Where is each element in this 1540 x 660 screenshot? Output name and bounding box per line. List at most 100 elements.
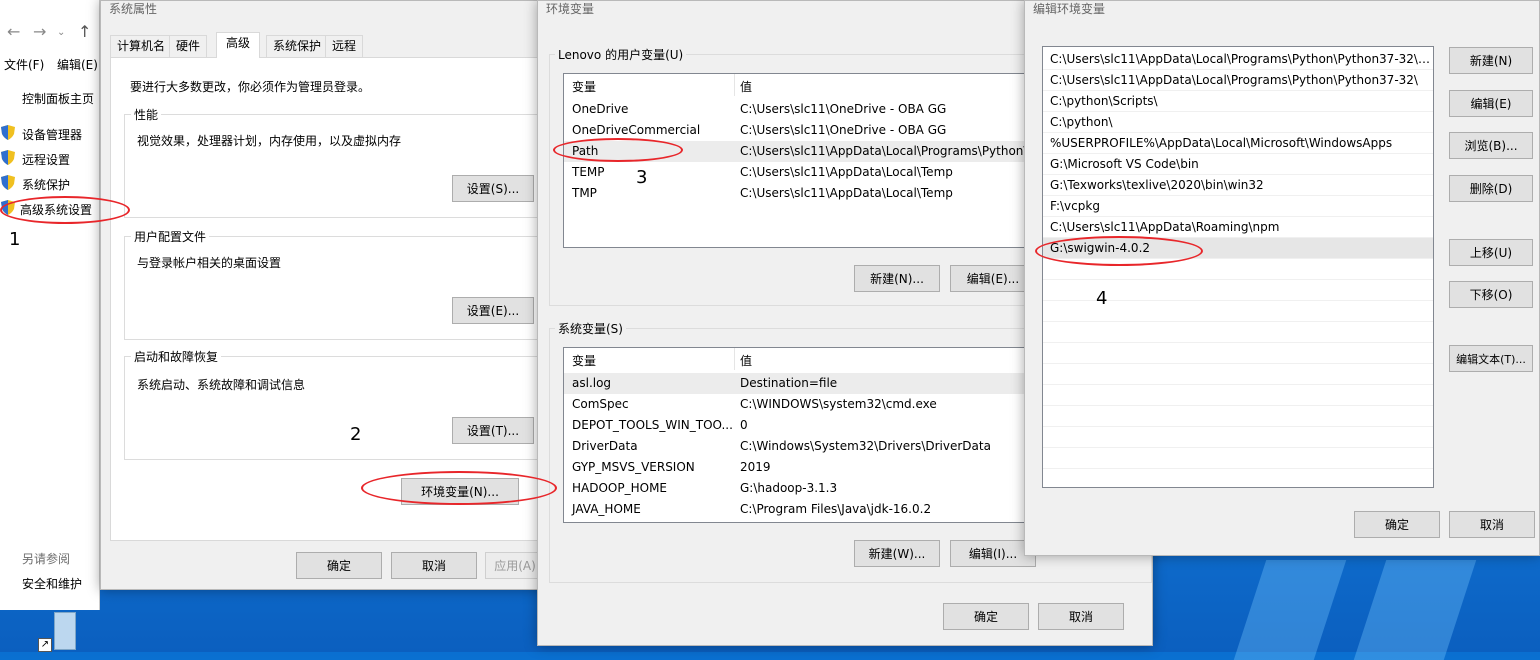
new-path-button[interactable]: 新建(N) bbox=[1449, 47, 1533, 74]
menu-file[interactable]: 文件(F) bbox=[4, 56, 44, 73]
back-arrow-icon[interactable]: ← bbox=[7, 22, 20, 41]
var-value: C:\Users\slc11\OneDrive - OBA GG bbox=[740, 102, 947, 116]
var-name: OneDrive bbox=[572, 102, 629, 116]
up-arrow-icon[interactable]: ↑ bbox=[78, 22, 91, 41]
system-new-button[interactable]: 新建(W)... bbox=[854, 540, 940, 567]
apply-button[interactable]: 应用(A) bbox=[485, 552, 545, 579]
control-panel-window: ← → ⌄ ↑ 文件(F) 编辑(E) 控制面板主页 设备管理器 远程设置 系统… bbox=[0, 0, 100, 610]
tab-system-protection[interactable]: 系统保护 bbox=[266, 35, 329, 57]
startup-recovery-group: 启动和故障恢复 系统启动、系统故障和调试信息 设置(T)... bbox=[124, 348, 541, 460]
cancel-button[interactable]: 取消 bbox=[391, 552, 477, 579]
tab-remote[interactable]: 远程 bbox=[325, 35, 364, 57]
dialog-title: 编辑环境变量 bbox=[1033, 2, 1106, 16]
system-variables-list[interactable]: 变量 值 asl.log Destination=file ComSpec C:\W… bbox=[563, 347, 1043, 523]
control-panel-home-link[interactable]: 控制面板主页 bbox=[22, 90, 94, 107]
recycle-bin-icon[interactable]: ↗ bbox=[38, 612, 80, 652]
column-variable[interactable]: 变量 bbox=[572, 78, 596, 95]
var-value: G:\hadoop-3.1.3 bbox=[740, 481, 838, 495]
path-entry: C:\python\ bbox=[1050, 115, 1113, 129]
browse-button[interactable]: 浏览(B)... bbox=[1449, 132, 1533, 159]
list-item[interactable] bbox=[1043, 322, 1433, 343]
path-entry: F:\vcpkg bbox=[1050, 199, 1100, 213]
list-item[interactable]: G:\Texworks\texlive\2020\bin\win32 bbox=[1043, 175, 1433, 196]
list-item[interactable] bbox=[1043, 385, 1433, 406]
uac-shield-icon bbox=[1, 125, 15, 140]
list-item[interactable]: %USERPROFILE%\AppData\Local\Microsoft\Wi… bbox=[1043, 133, 1433, 154]
cancel-button[interactable]: 取消 bbox=[1449, 511, 1535, 538]
ok-button[interactable]: 确定 bbox=[1354, 511, 1440, 538]
list-item[interactable]: OneDrive C:\Users\slc11\OneDrive - OBA GG bbox=[564, 99, 1042, 120]
ok-button[interactable]: 确定 bbox=[296, 552, 382, 579]
list-header: 变量 值 bbox=[564, 348, 1042, 370]
forward-arrow-icon[interactable]: → bbox=[33, 22, 46, 41]
list-item[interactable]: GYP_MSVS_VERSION 2019 bbox=[564, 457, 1042, 478]
list-header: 变量 值 bbox=[564, 74, 1042, 96]
var-name: asl.log bbox=[572, 376, 612, 390]
column-value[interactable]: 值 bbox=[740, 352, 752, 369]
performance-settings-button[interactable]: 设置(S)... bbox=[452, 175, 534, 202]
startup-recovery-desc: 系统启动、系统故障和调试信息 bbox=[137, 378, 306, 392]
security-maintenance-link[interactable]: 安全和维护 bbox=[22, 575, 82, 592]
var-value: C:\Users\slc11\AppData\Local\Programs\Py… bbox=[740, 144, 1028, 158]
list-item[interactable] bbox=[1043, 364, 1433, 385]
list-item[interactable]: C:\Users\slc11\AppData\Local\Programs\Py… bbox=[1043, 70, 1433, 91]
menu-edit[interactable]: 编辑(E) bbox=[57, 56, 98, 73]
list-item[interactable]: C:\python\Scripts\ bbox=[1043, 91, 1433, 112]
list-item[interactable]: HADOOP_HOME G:\hadoop-3.1.3 bbox=[564, 478, 1042, 499]
admin-note: 要进行大多数更改，你必须作为管理员登录。 bbox=[130, 80, 371, 94]
var-name: DEPOT_TOOLS_WIN_TOO... bbox=[572, 418, 733, 432]
dialog-title: 环境变量 bbox=[546, 2, 595, 16]
list-item[interactable]: JAVA_HOME C:\Program Files\Java\jdk-16.0.… bbox=[564, 499, 1042, 520]
annotation-ring bbox=[361, 471, 557, 505]
list-item[interactable] bbox=[1043, 427, 1433, 448]
path-entry: C:\Users\slc11\AppData\Local\Programs\Py… bbox=[1050, 73, 1418, 87]
annotation-ring bbox=[1035, 236, 1203, 266]
tab-hardware[interactable]: 硬件 bbox=[169, 35, 208, 57]
ok-button[interactable]: 确定 bbox=[943, 603, 1029, 630]
tab-advanced[interactable]: 高级 bbox=[216, 32, 261, 58]
column-value[interactable]: 值 bbox=[740, 78, 752, 95]
startup-settings-button[interactable]: 设置(T)... bbox=[452, 417, 534, 444]
chevron-down-icon[interactable]: ⌄ bbox=[57, 27, 65, 38]
edit-path-button[interactable]: 编辑(E) bbox=[1449, 90, 1533, 117]
var-name: HADOOP_HOME bbox=[572, 481, 668, 495]
column-variable[interactable]: 变量 bbox=[572, 352, 596, 369]
user-profiles-settings-button[interactable]: 设置(E)... bbox=[452, 297, 534, 324]
cancel-button[interactable]: 取消 bbox=[1038, 603, 1124, 630]
var-name: DriverData bbox=[572, 439, 638, 453]
annotation-ring bbox=[0, 196, 130, 224]
annotation-ring bbox=[553, 138, 683, 162]
uac-shield-icon bbox=[1, 150, 15, 165]
device-manager-link[interactable]: 设备管理器 bbox=[22, 126, 82, 143]
desktop-light-beam bbox=[1233, 560, 1347, 660]
var-name: JAVA_HOME bbox=[572, 502, 641, 516]
tab-computer-name[interactable]: 计算机名 bbox=[110, 35, 173, 57]
list-item[interactable]: C:\Users\slc11\AppData\Local\Programs\Py… bbox=[1043, 49, 1433, 70]
list-item[interactable]: G:\Microsoft VS Code\bin bbox=[1043, 154, 1433, 175]
list-item[interactable]: asl.log Destination=file bbox=[564, 373, 1042, 394]
column-divider bbox=[734, 348, 735, 370]
list-item[interactable] bbox=[1043, 343, 1433, 364]
user-profiles-desc: 与登录帐户相关的桌面设置 bbox=[137, 256, 282, 270]
edit-text-button[interactable]: 编辑文本(T)... bbox=[1449, 345, 1533, 372]
system-variables-label: 系统变量(S) bbox=[555, 320, 626, 337]
path-entry: C:\Users\slc11\AppData\Roaming\npm bbox=[1050, 220, 1280, 234]
system-protection-link[interactable]: 系统保护 bbox=[22, 176, 70, 193]
path-entries-list[interactable]: C:\Users\slc11\AppData\Local\Programs\Py… bbox=[1042, 46, 1434, 488]
remote-settings-link[interactable]: 远程设置 bbox=[22, 151, 70, 168]
move-up-button[interactable]: 上移(U) bbox=[1449, 239, 1533, 266]
list-item[interactable]: DEPOT_TOOLS_WIN_TOO... 0 bbox=[564, 415, 1042, 436]
list-item[interactable]: DriverData C:\Windows\System32\Drivers\Dr… bbox=[564, 436, 1042, 457]
list-item[interactable]: C:\Users\slc11\AppData\Roaming\npm bbox=[1043, 217, 1433, 238]
var-name: TMP bbox=[572, 186, 597, 200]
list-item[interactable]: F:\vcpkg bbox=[1043, 196, 1433, 217]
var-value: C:\Users\slc11\OneDrive - OBA GG bbox=[740, 123, 947, 137]
list-item[interactable] bbox=[1043, 406, 1433, 427]
list-item[interactable]: ComSpec C:\WINDOWS\system32\cmd.exe bbox=[564, 394, 1042, 415]
delete-button[interactable]: 删除(D) bbox=[1449, 175, 1533, 202]
move-down-button[interactable]: 下移(O) bbox=[1449, 281, 1533, 308]
user-new-button[interactable]: 新建(N)... bbox=[854, 265, 940, 292]
list-item[interactable]: C:\python\ bbox=[1043, 112, 1433, 133]
var-name: OneDriveCommercial bbox=[572, 123, 701, 137]
list-item[interactable] bbox=[1043, 448, 1433, 469]
